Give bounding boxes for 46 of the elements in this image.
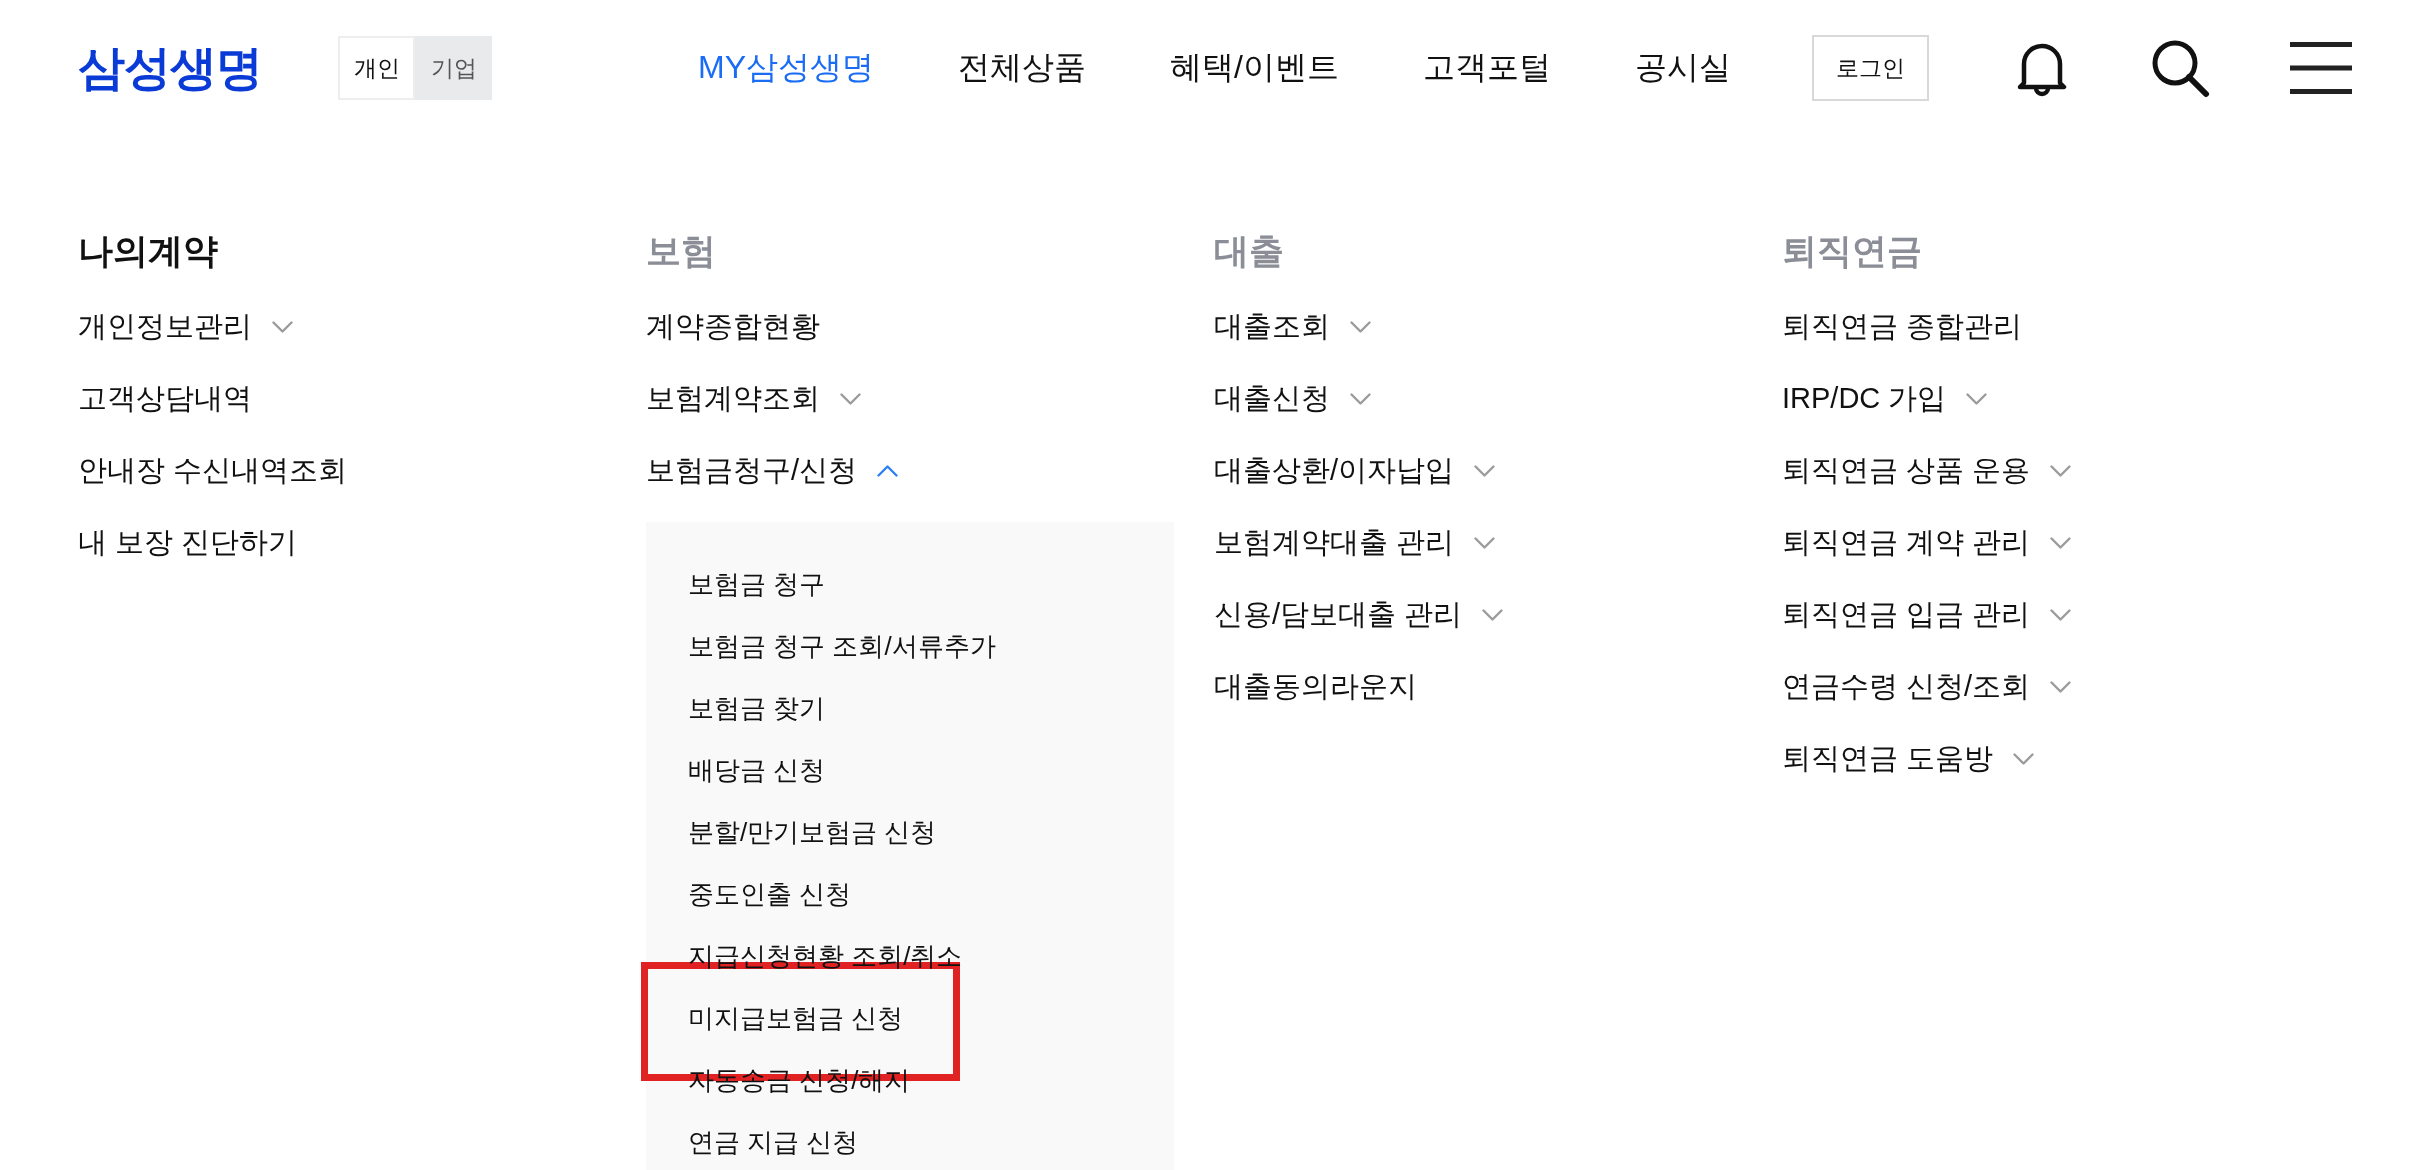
- menu-column-heading: 대출: [1214, 230, 1284, 272]
- submenu-link[interactable]: 중도인출 신청: [688, 863, 852, 925]
- audience-toggle-option[interactable]: 개인: [338, 36, 415, 100]
- menu-dropdown-link[interactable]: 대출신청: [1214, 363, 1371, 435]
- audience-toggle-option[interactable]: 기업: [415, 36, 492, 100]
- submenu-link[interactable]: 보험금 청구: [688, 553, 826, 615]
- menu-dropdown-link[interactable]: 퇴직연금 상품 운용: [1782, 435, 2072, 507]
- menu-dropdown-link[interactable]: 퇴직연금 도움방: [1782, 723, 2035, 795]
- menu-dropdown-link[interactable]: 개인정보관리: [78, 291, 293, 363]
- submenu-link[interactable]: 자동송금 신청/해지: [688, 1049, 911, 1111]
- menu-dropdown-link[interactable]: 퇴직연금 계약 관리: [1782, 507, 2072, 579]
- nav-link[interactable]: 고객포털: [1422, 46, 1551, 90]
- menu-dropdown-link[interactable]: 신용/담보대출 관리: [1214, 579, 1504, 651]
- menu-dropdown-link[interactable]: 연금수령 신청/조회: [1782, 651, 2072, 723]
- brand-logo[interactable]: 삼성생명: [78, 36, 262, 100]
- menu-link[interactable]: 고객상담내역: [78, 363, 252, 435]
- menu-link[interactable]: 대출동의라운지: [1214, 651, 1417, 723]
- menu-icon: [2290, 42, 2352, 94]
- submenu-link[interactable]: 미지급보험금 신청: [688, 987, 904, 1049]
- menu-dropdown-link[interactable]: 퇴직연금 입금 관리: [1782, 579, 2072, 651]
- menu-dropdown-link[interactable]: 대출상환/이자납입: [1214, 435, 1496, 507]
- search-button[interactable]: [2150, 38, 2210, 98]
- submenu-link[interactable]: 분할/만기보험금 신청: [688, 801, 937, 863]
- submenu-link[interactable]: 배당금 신청: [688, 739, 826, 801]
- menu-dropdown-link[interactable]: 보험금청구/신청: [646, 435, 899, 507]
- menu-link[interactable]: 퇴직연금 종합관리: [1782, 291, 2023, 363]
- nav-link[interactable]: 전체상품: [958, 46, 1086, 90]
- menu-dropdown-link[interactable]: 보험계약조회: [646, 363, 861, 435]
- menu-link[interactable]: 계약종합현황: [646, 291, 820, 363]
- submenu-link[interactable]: 보험금 찾기: [688, 677, 826, 739]
- search-icon: [2150, 38, 2210, 98]
- menu-dropdown-link[interactable]: IRP/DC 가입: [1782, 363, 1988, 435]
- login-button[interactable]: 로그인: [1811, 35, 1929, 101]
- menu-link[interactable]: 내 보장 진단하기: [78, 507, 298, 579]
- menu-button[interactable]: [2290, 42, 2352, 94]
- menu-column-heading: 보험: [646, 230, 716, 272]
- menu-column-heading: 퇴직연금: [1782, 230, 1922, 272]
- nav-link[interactable]: 혜택/이벤트: [1170, 46, 1339, 90]
- nav-link[interactable]: 공시실: [1634, 46, 1731, 90]
- menu-dropdown-link[interactable]: 보험계약대출 관리: [1214, 507, 1496, 579]
- submenu-link[interactable]: 연금 지급 신청: [688, 1111, 859, 1170]
- submenu-link[interactable]: 보험금 청구 조회/서류추가: [688, 615, 996, 677]
- menu-column-heading: 나의계약: [78, 230, 218, 272]
- menu-link[interactable]: 안내장 수신내역조회: [78, 435, 348, 507]
- nav-link[interactable]: MY삼성생명: [698, 46, 874, 90]
- menu-dropdown-link[interactable]: 대출조회: [1214, 291, 1371, 363]
